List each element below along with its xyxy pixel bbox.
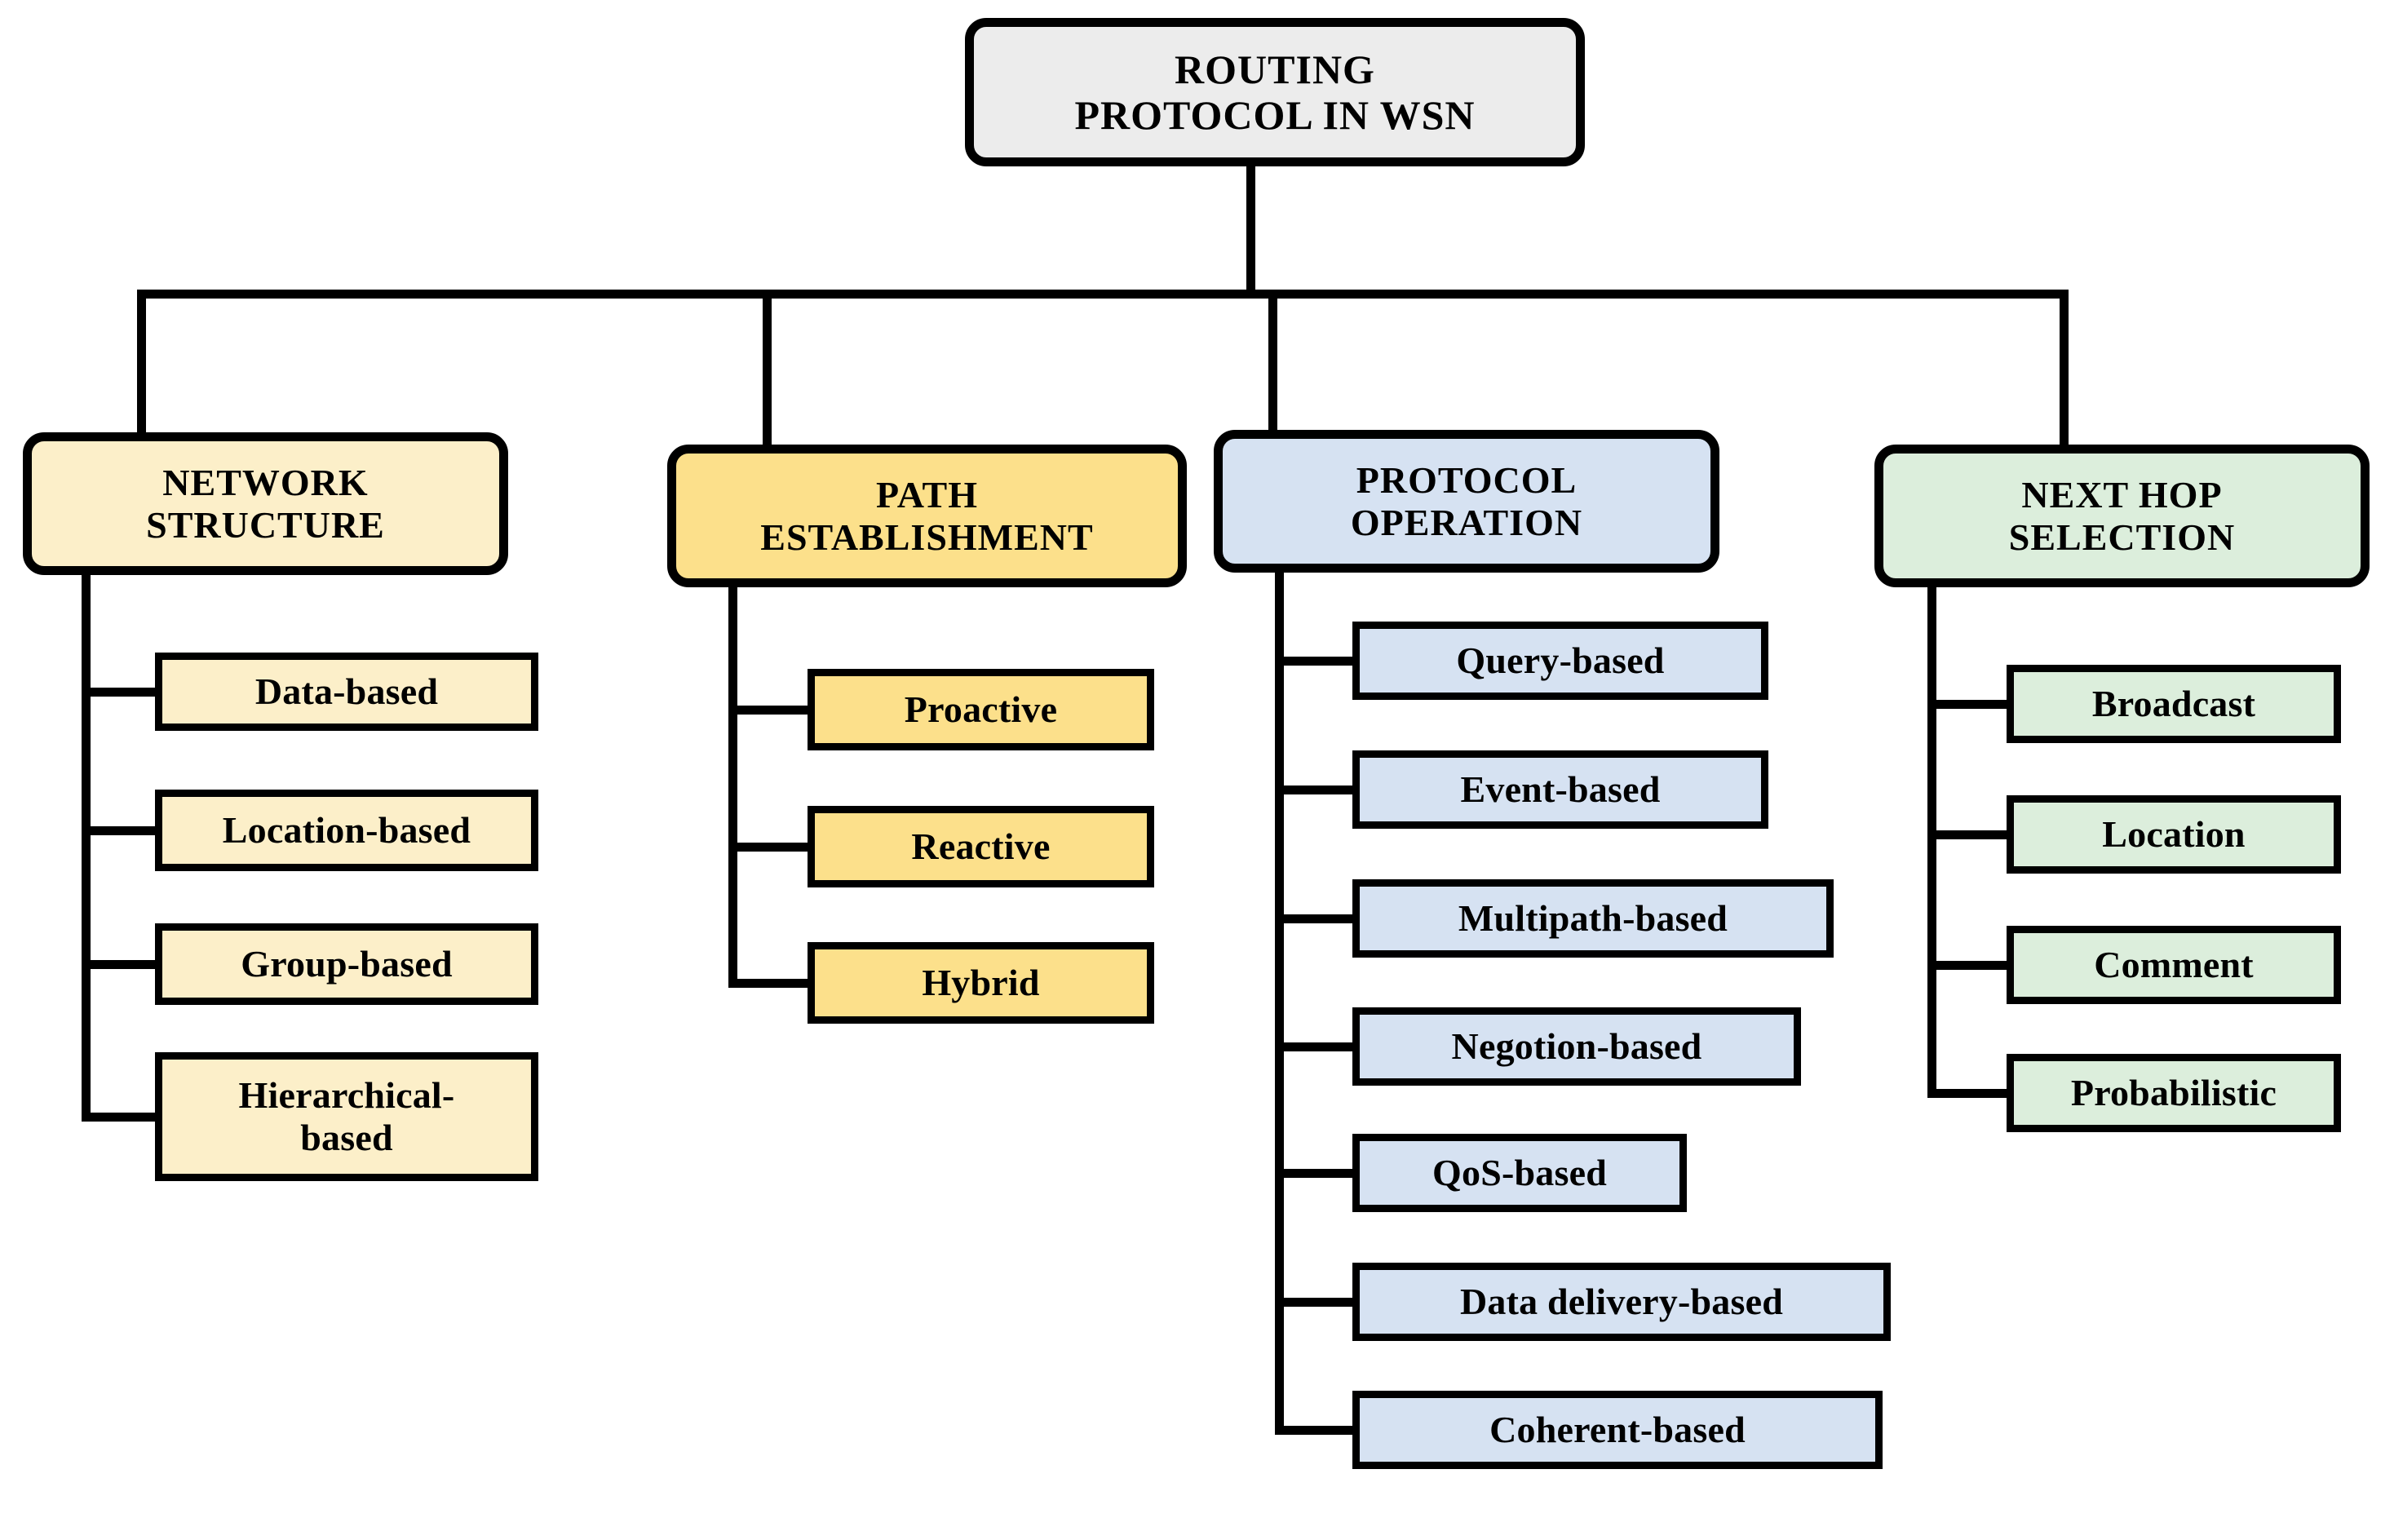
leaf-node-path-establishment-1[interactable]: Reactive <box>808 806 1154 887</box>
leaf-node-next-hop-selection-3[interactable]: Probabilistic <box>2007 1054 2341 1132</box>
leaf-node-network-structure-0-label: Data-based <box>254 670 439 713</box>
leaf-node-protocol-operation-5-label: Data delivery-based <box>1459 1281 1784 1323</box>
child-connector-path-establishment-1 <box>728 843 812 852</box>
leaf-node-next-hop-selection-2[interactable]: Comment <box>2007 926 2341 1004</box>
leaf-node-next-hop-selection-2-label: Comment <box>2094 944 2254 986</box>
leaf-node-protocol-operation-6[interactable]: Coherent-based <box>1352 1391 1883 1469</box>
leaf-node-protocol-operation-1-label: Event-based <box>1460 768 1661 811</box>
leaf-node-protocol-operation-5[interactable]: Data delivery-based <box>1352 1263 1891 1341</box>
leaf-node-network-structure-2[interactable]: Group-based <box>155 923 538 1005</box>
leaf-node-network-structure-1-label: Location-based <box>222 809 471 852</box>
leaf-node-path-establishment-2[interactable]: Hybrid <box>808 942 1154 1024</box>
leaf-node-next-hop-selection-1-label: Location <box>2102 813 2246 856</box>
leaf-node-protocol-operation-4[interactable]: QoS-based <box>1352 1134 1687 1212</box>
child-connector-path-establishment-0 <box>728 706 812 715</box>
child-connector-network-structure-0 <box>82 688 160 697</box>
root-stem-connector <box>1246 166 1255 294</box>
leaf-node-protocol-operation-6-label: Coherent-based <box>1489 1409 1746 1451</box>
leaf-node-network-structure-2-label: Group-based <box>241 943 453 985</box>
leaf-node-path-establishment-0-label: Proactive <box>904 688 1058 731</box>
leaf-node-protocol-operation-2[interactable]: Multipath-based <box>1352 879 1834 958</box>
branch-drop-connector-network-structure <box>137 290 146 436</box>
leaf-node-protocol-operation-4-label: QoS-based <box>1432 1152 1607 1194</box>
leaf-node-next-hop-selection-0[interactable]: Broadcast <box>2007 665 2341 743</box>
leaf-node-protocol-operation-3[interactable]: Negotion-based <box>1352 1007 1801 1086</box>
diagram-canvas: ROUTING PROTOCOL IN WSN NETWORK STRUCTURE… <box>0 0 2394 1540</box>
child-connector-next-hop-selection-3 <box>1927 1089 2011 1098</box>
child-connector-network-structure-1 <box>82 826 160 835</box>
leaf-node-path-establishment-0[interactable]: Proactive <box>808 669 1154 750</box>
child-connector-protocol-operation-4 <box>1275 1169 1357 1178</box>
branch-node-next-hop-selection[interactable]: NEXT HOP SELECTION <box>1874 445 2370 587</box>
child-connector-protocol-operation-0 <box>1275 657 1357 666</box>
child-connector-network-structure-2 <box>82 960 160 969</box>
branch-node-network-structure[interactable]: NETWORK STRUCTURE <box>23 432 508 575</box>
leaf-node-next-hop-selection-1[interactable]: Location <box>2007 795 2341 874</box>
leaf-node-path-establishment-1-label: Reactive <box>911 825 1051 868</box>
child-connector-next-hop-selection-2 <box>1927 961 2011 970</box>
branch-node-network-structure-label: NETWORK STRUCTURE <box>146 461 385 546</box>
root-node-label: ROUTING PROTOCOL IN WSN <box>1074 46 1476 138</box>
branch-node-protocol-operation[interactable]: PROTOCOL OPERATION <box>1214 430 1719 573</box>
child-connector-path-establishment-2 <box>728 979 812 988</box>
root-node[interactable]: ROUTING PROTOCOL IN WSN <box>965 18 1585 166</box>
leaf-node-protocol-operation-3-label: Negotion-based <box>1451 1025 1702 1068</box>
child-connector-protocol-operation-1 <box>1275 785 1357 794</box>
child-connector-protocol-operation-5 <box>1275 1298 1357 1307</box>
branch-spine-connector-next-hop-selection <box>1927 582 1936 1098</box>
leaf-node-network-structure-3-label: Hierarchical- based <box>238 1074 455 1158</box>
top-bus-connector <box>137 290 2069 299</box>
branch-drop-connector-path-establishment <box>763 290 772 448</box>
leaf-node-protocol-operation-0-label: Query-based <box>1456 639 1665 682</box>
child-connector-next-hop-selection-0 <box>1927 700 2011 709</box>
child-connector-next-hop-selection-1 <box>1927 830 2011 839</box>
branch-spine-connector-network-structure <box>82 570 91 1122</box>
branch-node-path-establishment-label: PATH ESTABLISHMENT <box>760 473 1094 558</box>
leaf-node-next-hop-selection-0-label: Broadcast <box>2091 683 2256 725</box>
leaf-node-protocol-operation-0[interactable]: Query-based <box>1352 622 1768 700</box>
leaf-node-next-hop-selection-3-label: Probabilistic <box>2070 1072 2277 1114</box>
leaf-node-protocol-operation-2-label: Multipath-based <box>1458 897 1728 940</box>
leaf-node-network-structure-1[interactable]: Location-based <box>155 790 538 871</box>
leaf-node-network-structure-3[interactable]: Hierarchical- based <box>155 1052 538 1181</box>
branch-spine-connector-path-establishment <box>728 582 737 988</box>
branch-node-next-hop-selection-label: NEXT HOP SELECTION <box>2008 473 2236 558</box>
branch-node-protocol-operation-label: PROTOCOL OPERATION <box>1350 458 1583 543</box>
branch-drop-connector-protocol-operation <box>1268 290 1277 433</box>
child-connector-protocol-operation-2 <box>1275 914 1357 923</box>
branch-drop-connector-next-hop-selection <box>2060 290 2069 448</box>
child-connector-protocol-operation-3 <box>1275 1042 1357 1051</box>
leaf-node-network-structure-0[interactable]: Data-based <box>155 653 538 731</box>
leaf-node-path-establishment-2-label: Hybrid <box>922 962 1040 1004</box>
child-connector-protocol-operation-6 <box>1275 1426 1357 1435</box>
child-connector-network-structure-3 <box>82 1113 160 1122</box>
leaf-node-protocol-operation-1[interactable]: Event-based <box>1352 750 1768 829</box>
branch-node-path-establishment[interactable]: PATH ESTABLISHMENT <box>667 445 1187 587</box>
